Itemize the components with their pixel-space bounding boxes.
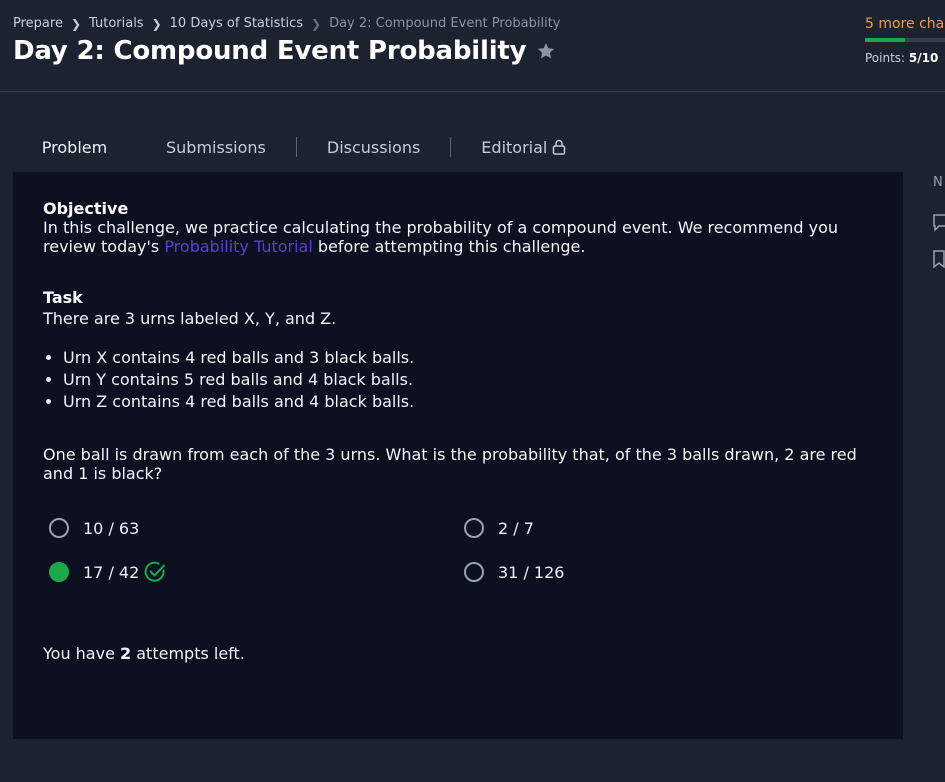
problem-panel: Objective In this challenge, we practice…	[13, 172, 903, 739]
bookmark-icon[interactable]	[933, 250, 945, 268]
task-intro: There are 3 urns labeled X, Y, and Z.	[43, 309, 337, 328]
option-label: 17 / 42	[83, 562, 140, 582]
radio-button[interactable]	[464, 562, 484, 582]
breadcrumb-current: Day 2: Compound Event Probability	[329, 16, 561, 31]
problem-statement: Objective In this challenge, we practice…	[43, 199, 873, 483]
points-display: Points: 5/10	[865, 51, 938, 65]
objective-text: In this challenge, we practice calculati…	[43, 218, 873, 256]
urn-list: Urn X contains 4 red balls and 3 black b…	[43, 347, 873, 413]
star-icon[interactable]	[536, 41, 556, 61]
list-item: Urn Z contains 4 red balls and 4 black b…	[63, 391, 873, 413]
option-label: 10 / 63	[83, 518, 140, 538]
points-progress-bar	[865, 38, 945, 42]
breadcrumb-prepare[interactable]: Prepare	[13, 16, 63, 31]
attempts-count: 2	[120, 644, 132, 663]
progress-fill	[865, 38, 905, 42]
tab-discussions[interactable]: Discussions	[297, 122, 450, 172]
tab-submissions[interactable]: Submissions	[136, 122, 296, 172]
breadcrumb-10-days-of-statistics[interactable]: 10 Days of Statistics	[170, 16, 303, 31]
breadcrumb: Prepare ❯ Tutorials ❯ 10 Days of Statist…	[13, 16, 561, 31]
radio-button-selected[interactable]	[49, 562, 69, 582]
radio-button[interactable]	[49, 518, 69, 538]
task-heading: Task	[43, 288, 83, 307]
points-value: 5/10	[908, 51, 939, 65]
problem-tabs: Problem Submissions Discussions Editoria…	[13, 122, 596, 172]
points-label: Points:	[865, 51, 906, 65]
attempts-text: You have 2 attempts left.	[43, 644, 245, 663]
page-header: Prepare ❯ Tutorials ❯ 10 Days of Statist…	[0, 0, 945, 92]
chevron-right-icon: ❯	[151, 16, 162, 31]
side-panel-label[interactable]: N	[933, 175, 943, 190]
breadcrumb-tutorials[interactable]: Tutorials	[89, 16, 144, 31]
page-title: Day 2: Compound Event Probability	[13, 36, 527, 66]
tab-problem[interactable]: Problem	[13, 122, 136, 172]
option-31-126[interactable]: 31 / 126	[464, 562, 564, 582]
option-17-42[interactable]: 17 / 42	[49, 560, 167, 584]
more-challenges-link[interactable]: 5 more chall	[865, 16, 945, 32]
list-item: Urn X contains 4 red balls and 3 black b…	[63, 347, 873, 369]
chevron-right-icon: ❯	[70, 16, 82, 31]
radio-button[interactable]	[464, 518, 484, 538]
attempts-prefix: You have	[43, 644, 115, 663]
lock-icon	[552, 139, 566, 155]
correct-check-icon	[143, 560, 167, 584]
probability-tutorial-link[interactable]: Probability Tutorial	[164, 237, 312, 256]
question-text: One ball is drawn from each of the 3 urn…	[43, 445, 857, 483]
option-2-7[interactable]: 2 / 7	[464, 518, 534, 538]
option-10-63[interactable]: 10 / 63	[49, 518, 139, 538]
objective-heading: Objective	[43, 199, 129, 218]
option-label: 31 / 126	[498, 562, 565, 582]
objective-text-after: before attempting this challenge.	[312, 237, 586, 256]
tab-editorial[interactable]: Editorial	[451, 122, 596, 172]
comment-icon[interactable]	[933, 214, 945, 232]
chevron-right-icon: ❯	[311, 16, 322, 31]
tab-editorial-label: Editorial	[481, 137, 548, 157]
option-label: 2 / 7	[498, 518, 534, 538]
list-item: Urn Y contains 5 red balls and 4 black b…	[63, 369, 873, 391]
attempts-suffix: attempts left.	[136, 644, 245, 663]
